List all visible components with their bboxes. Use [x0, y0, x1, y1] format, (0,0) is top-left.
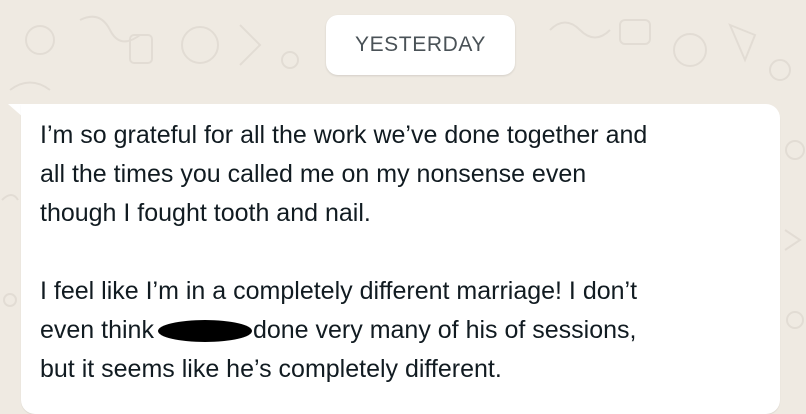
message-line-5-start: even think [40, 316, 154, 344]
redacted-name-mark [157, 320, 252, 342]
message-line-4: I feel like I’m in a completely differen… [40, 277, 638, 305]
message-line-3: though I fought tooth and nail. [40, 199, 371, 227]
message-line-6: but it seems like he’s completely differ… [40, 355, 502, 383]
incoming-message-bubble[interactable]: I’m so grateful for all the work we’ve d… [21, 104, 780, 414]
message-line-2: all the times you called me on my nonsen… [40, 160, 587, 188]
date-separator-badge: YESTERDAY [326, 15, 515, 75]
message-text: I’m so grateful for all the work we’ve d… [40, 116, 770, 389]
message-line-5-end: done very many of his of sessions, [252, 316, 637, 344]
message-line-1: I’m so grateful for all the work we’ve d… [40, 121, 648, 149]
message-paragraph-1: I’m so grateful for all the work we’ve d… [40, 116, 770, 233]
date-separator-label: YESTERDAY [354, 33, 487, 56]
message-paragraph-2: I feel like I’m in a completely differen… [40, 272, 770, 389]
